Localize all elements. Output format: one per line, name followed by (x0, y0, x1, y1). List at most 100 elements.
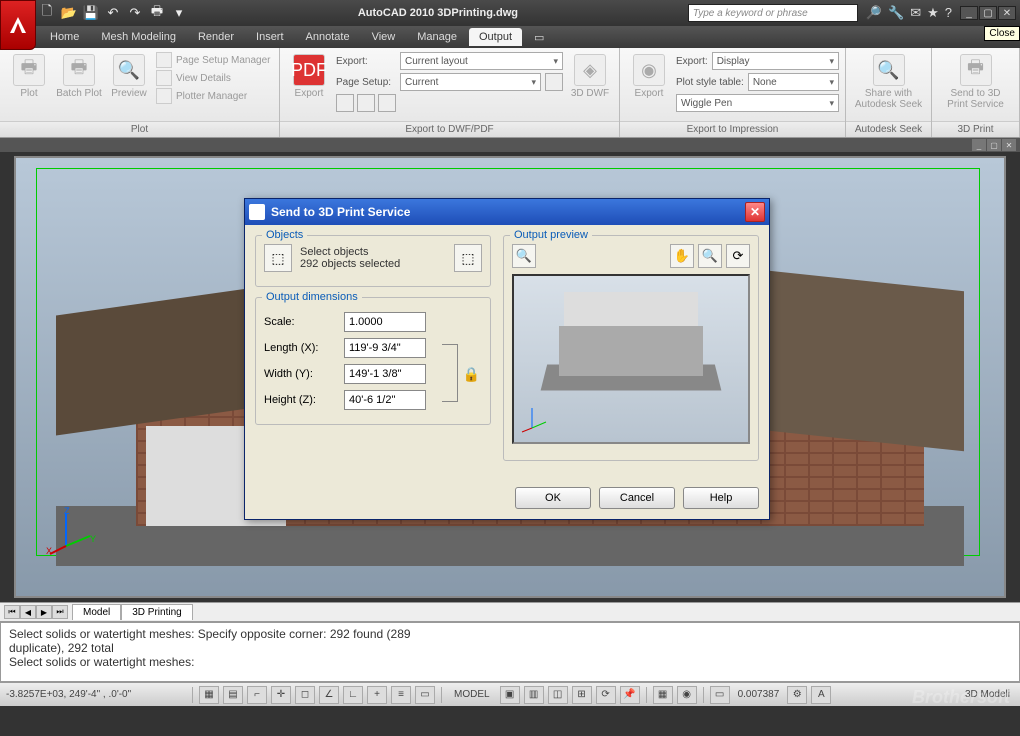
maximize-button[interactable]: ▢ (979, 6, 997, 20)
grid-icon[interactable]: ▤ (223, 686, 243, 704)
orbit-icon[interactable]: ⟳ (726, 244, 750, 268)
pan-icon[interactable]: ✋ (670, 244, 694, 268)
tab-annotate[interactable]: Annotate (296, 28, 360, 46)
impression-export-button[interactable]: ◉Export (626, 52, 672, 99)
help-button[interactable]: Help (683, 487, 759, 509)
zoom-extents-icon[interactable]: 🔍 (512, 244, 536, 268)
batch-plot-button[interactable]: 🖶Batch Plot (56, 52, 102, 99)
key-icon[interactable]: 🔧 (888, 5, 904, 21)
layout-first-icon[interactable]: ⏮ (4, 605, 20, 619)
ortho-icon[interactable]: ⌐ (247, 686, 267, 704)
osnap-icon[interactable]: ◻ (295, 686, 315, 704)
sb-k-icon[interactable]: A (811, 686, 831, 704)
coordinates[interactable]: -3.8257E+03, 249'-4" , .0'-0" (6, 689, 186, 700)
qat-dropdown-icon[interactable]: ▾ (170, 4, 188, 22)
tab-view[interactable]: View (362, 28, 406, 46)
ok-button[interactable]: OK (515, 487, 591, 509)
doc-min-icon[interactable]: _ (972, 139, 986, 151)
comm-icon[interactable]: ✉ (910, 5, 921, 21)
model-space-toggle[interactable]: MODEL (448, 689, 496, 700)
sb-e-icon[interactable]: ⟳ (596, 686, 616, 704)
send-3d-print-button[interactable]: 🖶Send to 3D Print Service (941, 52, 1011, 110)
doc-max-icon[interactable]: ▢ (987, 139, 1001, 151)
sb-h-icon[interactable]: ◉ (677, 686, 697, 704)
select-objects-button[interactable]: ⬚ (264, 244, 292, 272)
doc-close-icon[interactable]: ✕ (1002, 139, 1016, 151)
snap-icon[interactable]: ▦ (199, 686, 219, 704)
sb-c-icon[interactable]: ◫ (548, 686, 568, 704)
quick-select-button[interactable]: ⬚ (454, 244, 482, 272)
cancel-button[interactable]: Cancel (599, 487, 675, 509)
export-pdf-button[interactable]: PDFExport (286, 52, 332, 99)
tab-output[interactable]: Output (469, 28, 522, 46)
sb-f-icon[interactable]: 📌 (620, 686, 640, 704)
3d-dwf-button[interactable]: ◈3D DWF (567, 52, 613, 99)
layout-tab-model[interactable]: Model (72, 604, 121, 620)
scale-input[interactable] (344, 312, 426, 332)
layout-prev-icon[interactable]: ◀ (20, 605, 36, 619)
sb-g-icon[interactable]: ▦ (653, 686, 673, 704)
sb-a-icon[interactable]: ▣ (500, 686, 520, 704)
tab-manage[interactable]: Manage (407, 28, 467, 46)
export-layout-dropdown[interactable]: Current layout (400, 52, 563, 70)
pagesetup-btn-icon[interactable] (545, 73, 563, 91)
export-opt2-icon[interactable] (357, 94, 375, 112)
otrack-icon[interactable]: ∠ (319, 686, 339, 704)
layout-next-icon[interactable]: ▶ (36, 605, 52, 619)
export-opt3-icon[interactable] (378, 94, 396, 112)
ucs-icon[interactable]: ZYX (46, 506, 96, 556)
tab-render[interactable]: Render (188, 28, 244, 46)
qat-redo-icon[interactable]: ↷ (126, 4, 144, 22)
qat-print-icon[interactable]: 🖶 (148, 4, 166, 22)
wiggle-pen-dropdown[interactable]: Wiggle Pen (676, 94, 839, 112)
polar-icon[interactable]: ✛ (271, 686, 291, 704)
plotstyle-dropdown[interactable]: None (748, 73, 839, 91)
panel-title-3dprint: 3D Print (932, 121, 1019, 137)
sb-d-icon[interactable]: ⊞ (572, 686, 592, 704)
height-input[interactable] (344, 390, 426, 410)
qat-undo-icon[interactable]: ↶ (104, 4, 122, 22)
zoom-icon[interactable]: 🔍 (698, 244, 722, 268)
imp-display-dropdown[interactable]: Display (712, 52, 839, 70)
autodesk-seek-button[interactable]: 🔍Share with Autodesk Seek (854, 52, 924, 110)
length-input[interactable] (344, 338, 426, 358)
tab-home[interactable]: Home (40, 28, 89, 46)
dialog-titlebar[interactable]: Send to 3D Print Service ✕ (245, 199, 769, 225)
lwt-icon[interactable]: ≡ (391, 686, 411, 704)
favorite-icon[interactable]: ★ (927, 5, 939, 21)
width-input[interactable] (344, 364, 426, 384)
view-details[interactable]: View Details (156, 70, 271, 86)
layout-last-icon[interactable]: ⏭ (52, 605, 68, 619)
preview-fieldset: Output preview 🔍 ✋ 🔍 ⟳ (503, 235, 759, 461)
help-icon[interactable]: ? (945, 5, 952, 21)
export-opt1-icon[interactable] (336, 94, 354, 112)
preview-viewport[interactable] (512, 274, 750, 444)
plot-button[interactable]: 🖶Plot (6, 52, 52, 99)
app-menu-button[interactable] (0, 0, 36, 50)
preview-button[interactable]: 🔍Preview (106, 52, 152, 99)
command-window[interactable]: Select solids or watertight meshes: Spec… (0, 622, 1020, 682)
ducs-icon[interactable]: ∟ (343, 686, 363, 704)
sb-j-icon[interactable]: ⚙ (787, 686, 807, 704)
sb-i-icon[interactable]: ▭ (710, 686, 730, 704)
tab-mesh-modeling[interactable]: Mesh Modeling (91, 28, 186, 46)
dyn-icon[interactable]: + (367, 686, 387, 704)
tab-insert[interactable]: Insert (246, 28, 294, 46)
pagesetup-dropdown[interactable]: Current (400, 73, 541, 91)
sb-b-icon[interactable]: ▥ (524, 686, 544, 704)
qat-new-icon[interactable]: 🗋 (38, 4, 56, 22)
search-input[interactable]: Type a keyword or phrase (688, 4, 858, 22)
page-setup-mgr[interactable]: Page Setup Manager (156, 52, 271, 68)
annotation-scale[interactable]: 0.007387 (734, 689, 784, 700)
qat-open-icon[interactable]: 📂 (60, 4, 78, 22)
dialog-close-button[interactable]: ✕ (745, 202, 765, 222)
close-button[interactable]: ✕ (998, 6, 1016, 20)
layout-tab-3dprinting[interactable]: 3D Printing (121, 604, 192, 620)
lock-icon[interactable]: 🔒 (463, 366, 480, 383)
tab-extra-icon[interactable]: ▭ (524, 28, 554, 47)
minimize-button[interactable]: _ (960, 6, 978, 20)
binoculars-icon[interactable]: 🔎 (866, 5, 882, 21)
qat-save-icon[interactable]: 💾 (82, 4, 100, 22)
qp-icon[interactable]: ▭ (415, 686, 435, 704)
plotter-mgr[interactable]: Plotter Manager (156, 88, 271, 104)
